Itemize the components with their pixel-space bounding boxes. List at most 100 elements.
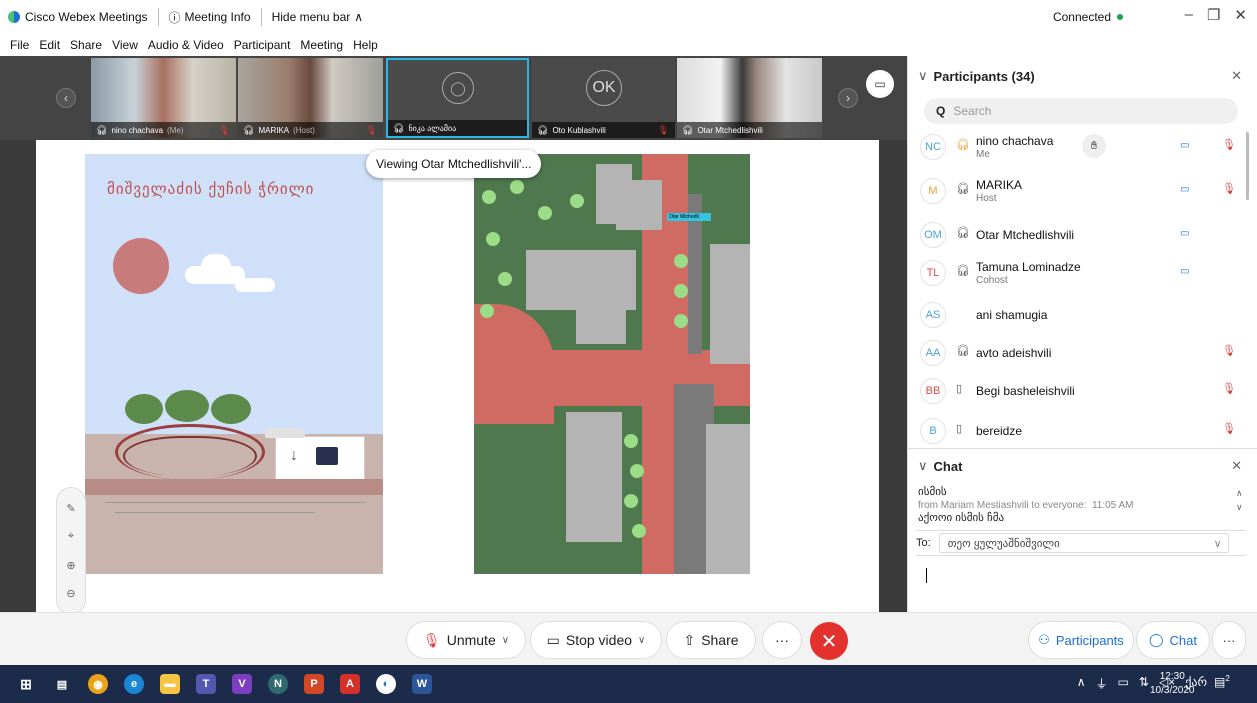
layout-button[interactable]: ▭ <box>866 70 894 98</box>
site-plan-image: Otar Mtchedli <box>474 154 750 574</box>
hide-menu-button[interactable]: Hide menu bar ∧ <box>272 0 364 34</box>
pen-icon[interactable]: ✎ <box>66 502 75 515</box>
powerpoint-icon[interactable]: P <box>304 674 324 694</box>
webex-icon[interactable]: ◐ <box>376 674 396 694</box>
usb-icon[interactable]: ⏚ <box>1096 675 1108 692</box>
chat-toggle-button[interactable]: ◯ Chat <box>1136 621 1210 659</box>
participants-toggle-button[interactable]: ⚇ Participants <box>1028 621 1134 659</box>
menu-share[interactable]: Share <box>70 38 102 52</box>
viber-icon[interactable]: V <box>232 674 252 694</box>
chrome-icon[interactable]: ◉ <box>88 674 108 694</box>
zoom-in-icon[interactable]: ⊕ <box>66 559 75 572</box>
notifications-button[interactable]: ▤2 <box>1214 674 1234 694</box>
zoom-out-icon[interactable]: ⊖ <box>66 587 75 600</box>
video-thumb-nika[interactable]: ◯ 🎧︎ ნიკა ალამია <box>386 58 529 138</box>
participant-row[interactable]: NC 🎧︎ nino chachava Me ✋︎ ▭ 🎙︎ <box>908 128 1248 166</box>
menu-participant[interactable]: Participant <box>234 38 291 52</box>
video-strip: ‹ 🎧︎ nino chachava (Me) 🎙︎ 🎧︎ MARIKA (Ho… <box>0 56 907 140</box>
participant-row[interactable]: B ▯ bereidze 🎙︎ <box>908 412 1248 450</box>
teams-icon[interactable]: T <box>196 674 216 694</box>
chat-bubble-icon: ◯ <box>1148 632 1164 647</box>
close-icon[interactable]: ✕ <box>1231 458 1242 474</box>
participant-row[interactable]: AS ani shamugia <box>908 296 1248 334</box>
menu-edit[interactable]: Edit <box>39 38 60 52</box>
tree-shape <box>211 394 251 424</box>
building-shape <box>576 264 626 344</box>
shared-content: Viewing Otar Mtchedlishvili'... მიშველაძ… <box>36 140 879 612</box>
phone-icon: ▯ <box>956 383 963 395</box>
mic-muted-icon: 🎙︎ <box>1222 383 1236 395</box>
participants-scrollbar[interactable] <box>1246 132 1249 200</box>
chat-scroll-arrows[interactable]: ∧ ∨ <box>1236 486 1243 514</box>
avatar: AS <box>920 302 946 328</box>
chat-header: ∨ Chat ✕ <box>918 458 1242 474</box>
search-input[interactable]: Q Search <box>924 98 1238 124</box>
menu-file[interactable]: File <box>10 38 29 52</box>
recipient-select[interactable]: თეო ყულუაშნიშვილი ∨ <box>938 533 1229 553</box>
menu-help[interactable]: Help <box>353 38 378 52</box>
clock[interactable]: 12:30 10/3/2020 <box>1150 670 1195 698</box>
avatar: M <box>920 178 946 204</box>
acrobat-icon[interactable]: A <box>340 674 360 694</box>
strip-next-button[interactable]: › <box>838 88 858 108</box>
avatar: TL <box>920 260 946 286</box>
more-options-button[interactable]: ··· <box>762 621 802 659</box>
chevron-down-icon[interactable]: ∨ <box>918 458 928 474</box>
avatar: B <box>920 418 946 444</box>
chevron-up-icon: ∧ <box>354 10 364 24</box>
participant-row[interactable]: TL 🎧︎ Tamuna Lominadze Cohost ▭ <box>908 254 1248 292</box>
file-explorer-icon[interactable]: ▬ <box>160 674 180 694</box>
video-thumb-otar[interactable]: 🎧︎ Otar Mtchedlishvili <box>677 58 822 138</box>
chat-input-caret[interactable] <box>926 568 927 583</box>
close-icon[interactable]: ✕ <box>1234 6 1247 24</box>
building-shape <box>706 424 750 574</box>
video-thumb-marika[interactable]: 🎧︎ MARIKA (Host) 🎙︎ <box>238 58 383 138</box>
pointer-icon[interactable]: ⌖ <box>68 530 74 543</box>
tree-shape <box>630 464 644 478</box>
side-panel: ∨ Participants (34) ✕ Q Search NC 🎧︎ nin… <box>907 56 1257 612</box>
tree-shape <box>480 304 494 318</box>
video-thumb-nino[interactable]: 🎧︎ nino chachava (Me) 🎙︎ <box>91 58 236 138</box>
headset-icon: 🎧︎ <box>537 124 549 135</box>
participant-row[interactable]: BB ▯ Begi basheleishvili 🎙︎ <box>908 372 1248 410</box>
participant-row[interactable]: AA 🎧︎ avto adeishvili 🎙︎ <box>908 334 1248 372</box>
cloud-shape <box>201 254 231 278</box>
stop-video-button[interactable]: ▭ Stop video ∨ <box>530 621 662 659</box>
strip-prev-button[interactable]: ‹ <box>56 88 76 108</box>
participant-row[interactable]: OM 🎧︎ Otar Mtchedlishvili ▭ <box>908 216 1248 254</box>
dimension-line <box>105 502 365 503</box>
app-icon[interactable]: N <box>268 674 288 694</box>
windows-start-icon[interactable]: ⊞ <box>16 674 36 694</box>
chevron-down-icon[interactable]: ∨ <box>918 68 928 84</box>
viewing-tooltip: Viewing Otar Mtchedlishvili'... <box>366 150 542 178</box>
video-thumb-oto[interactable]: OK 🎧︎ Oto Kublashvili 🎙︎ <box>532 58 675 138</box>
restore-icon[interactable]: ❐ <box>1207 6 1220 24</box>
word-icon[interactable]: W <box>412 674 432 694</box>
battery-icon[interactable]: ▭ <box>1118 675 1129 692</box>
menu-meeting[interactable]: Meeting <box>300 38 343 52</box>
annotation-toolbar: ✎ ⌖ ⊕ ⊖ <box>56 487 86 612</box>
phone-icon: ▯ <box>956 423 963 435</box>
unmute-button[interactable]: 🎙︎ Unmute ∨ <box>406 621 526 659</box>
avatar: AA <box>920 340 946 366</box>
minimize-icon[interactable]: – <box>1185 6 1193 24</box>
mic-muted-icon: 🎙︎ <box>218 124 230 135</box>
avatar-placeholder-icon: ◯ <box>442 72 474 104</box>
mic-muted-icon: 🎙︎ <box>1222 423 1236 435</box>
edge-icon[interactable]: e <box>124 674 144 694</box>
meeting-info-button[interactable]: ⓘ Meeting Info <box>169 0 251 34</box>
sun-shape <box>113 238 169 294</box>
panel-more-button[interactable]: ··· <box>1212 621 1246 659</box>
mic-muted-icon: 🎙︎ <box>657 124 669 135</box>
chevron-up-icon[interactable]: ∧ <box>1077 675 1086 692</box>
task-view-icon[interactable]: ▤ <box>52 674 72 694</box>
menu-audio-video[interactable]: Audio & Video <box>148 38 224 52</box>
network-icon[interactable]: ⇅ <box>1139 675 1149 692</box>
share-button[interactable]: ⇧ Share <box>666 621 756 659</box>
close-icon[interactable]: ✕ <box>1231 68 1242 84</box>
participant-row[interactable]: M 🎧︎ MARIKA Host ▭ 🎙︎ <box>908 172 1248 210</box>
separator <box>157 8 159 26</box>
menu-view[interactable]: View <box>112 38 138 52</box>
end-meeting-button[interactable]: ✕ <box>810 622 848 660</box>
tree-shape <box>674 284 688 298</box>
